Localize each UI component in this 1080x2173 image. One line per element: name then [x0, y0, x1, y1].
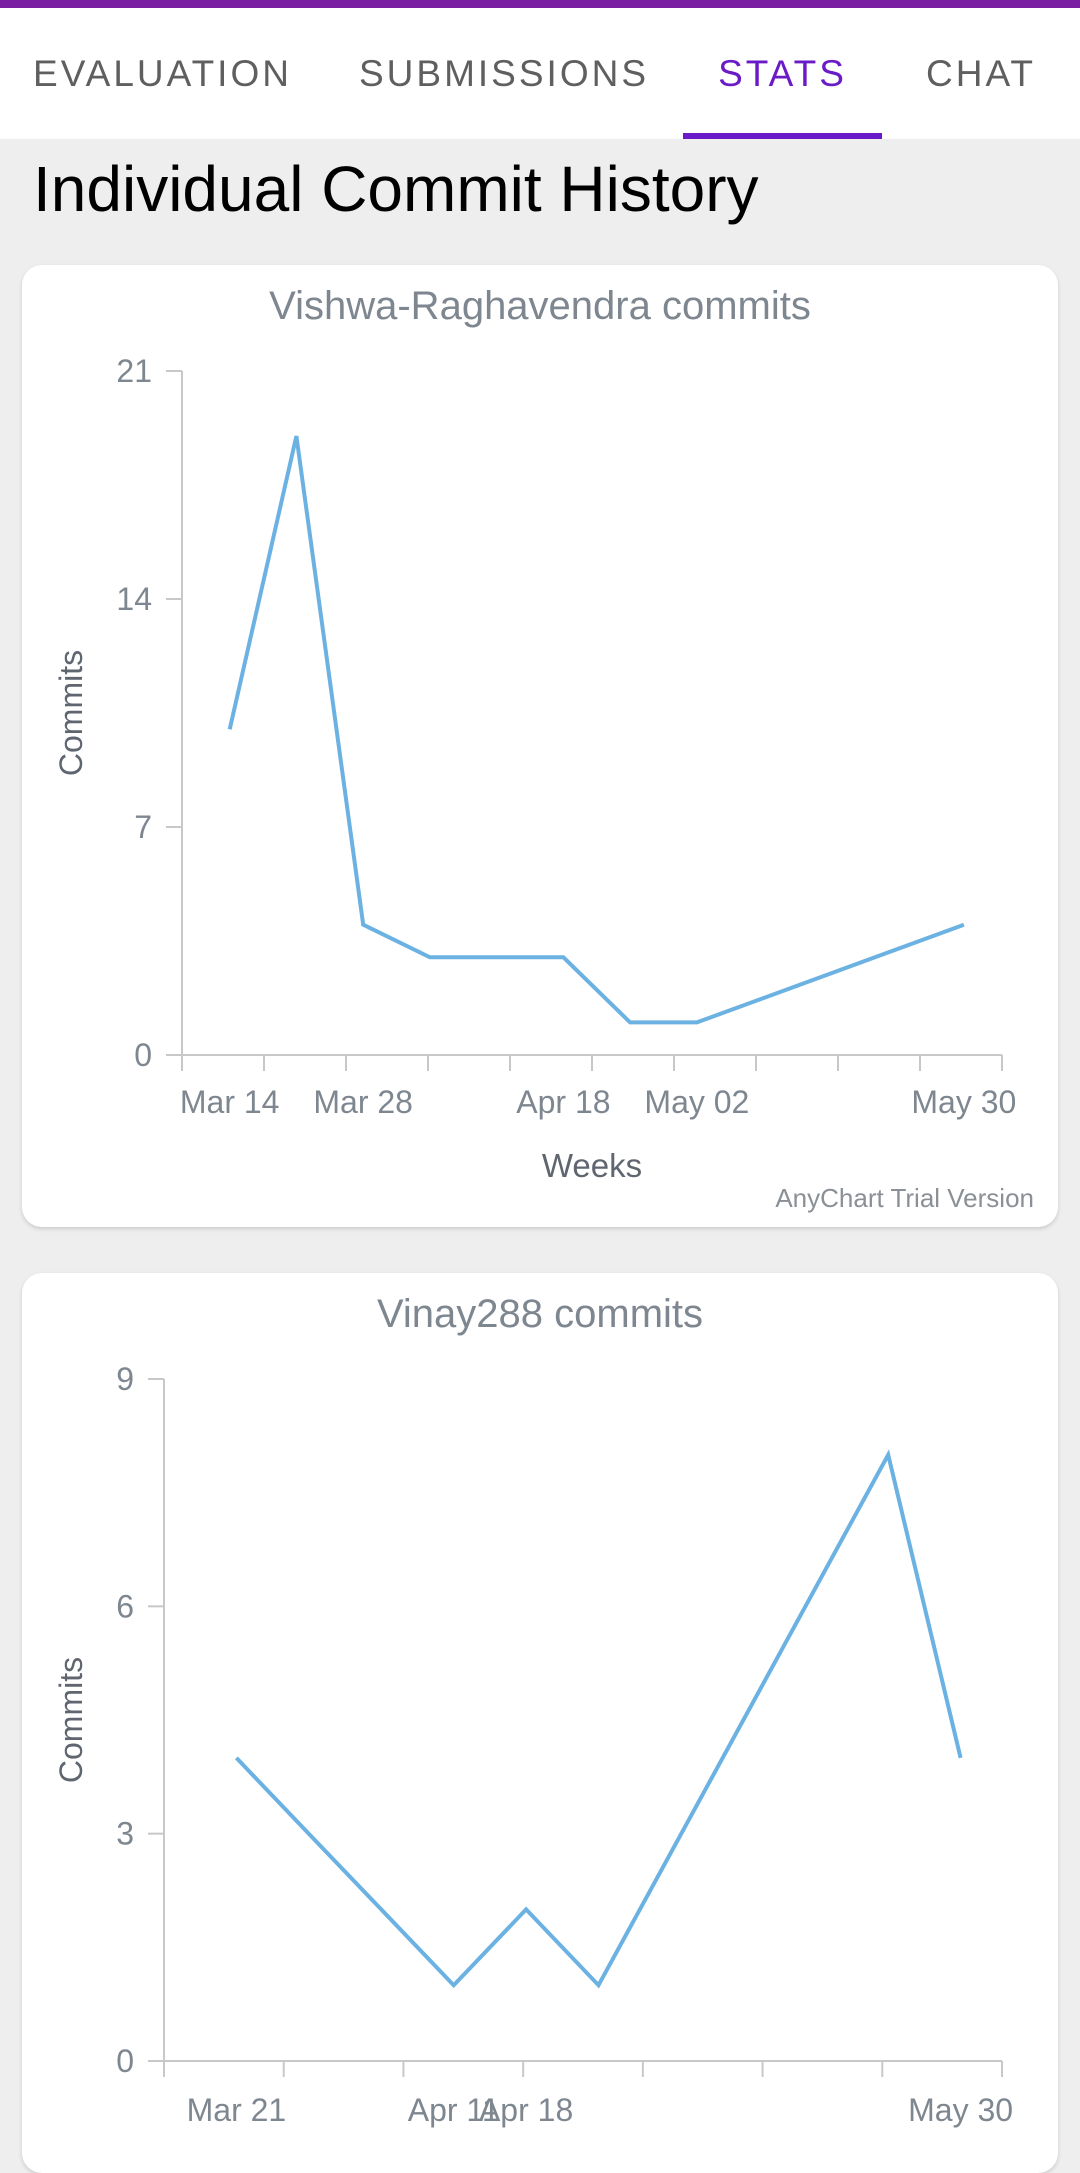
tab-stats-label: STATS [718, 52, 847, 94]
y-tick-label: 0 [116, 2043, 134, 2079]
anychart-watermark: AnyChart Trial Version [775, 1183, 1034, 1213]
y-axis-label: Commits [53, 650, 89, 776]
y-tick-label: 3 [116, 1816, 134, 1852]
x-axis-label: Weeks [542, 1147, 642, 1184]
tab-active-indicator [683, 133, 882, 139]
y-axis-label: Commits [53, 1657, 89, 1783]
page-title: Individual Commit History [33, 153, 759, 225]
y-tick-label: 0 [134, 1037, 152, 1073]
y-tick-label: 21 [116, 353, 152, 389]
y-tick-label: 6 [116, 1588, 134, 1624]
x-tick-label: Mar 28 [313, 1084, 413, 1120]
x-tick-label: May 30 [911, 1084, 1016, 1120]
commit-chart-vinay: Vinay288 commits0369Mar 21 Apr 11Apr 18 Ma… [53, 1292, 1013, 2128]
x-tick-label: May 02 [644, 1084, 749, 1120]
commit-chart-vishwa: Vishwa-Raghavendra commits 0 7 14 21 Mar 14 Ma… [53, 284, 1034, 1213]
y-tick-label: 7 [134, 809, 152, 845]
tab-evaluation-label: EVALUATION [33, 52, 292, 94]
x-tick-label: May 30 [908, 2092, 1013, 2128]
chart-card-vishwa: Vishwa-Raghavendra commits 0 7 14 21 Mar 14 Ma… [22, 265, 1058, 1227]
tab-bar: EVALUATION SUBMISSIONS STATS CHAT [0, 8, 1080, 139]
y-tick-label: 9 [116, 1361, 134, 1397]
tab-stats[interactable]: STATS [683, 8, 882, 139]
chart-title: Vishwa-Raghavendra commits [269, 284, 811, 328]
series-line [234, 1449, 963, 1989]
y-tick-label: 14 [116, 581, 152, 617]
x-tick-label: Apr 18 [479, 2092, 573, 2128]
tab-submissions[interactable]: SUBMISSIONS [325, 8, 683, 139]
tab-submissions-label: SUBMISSIONS [359, 52, 649, 94]
tab-chat-label: CHAT [926, 52, 1036, 94]
series-line [227, 435, 965, 1025]
chart-card-vinay: Vinay288 commits 0 3 6 9 Mar 21 Apr 11 Apr 18 Ma… [22, 1273, 1058, 2173]
x-tick-label: Mar 14 [180, 1084, 280, 1120]
x-tick-label: Apr 18 [516, 1084, 610, 1120]
x-tick-label: Mar 21 [187, 2092, 287, 2128]
tab-evaluation[interactable]: EVALUATION [0, 8, 325, 139]
chart-title: Vinay288 commits [377, 1292, 703, 1336]
tab-chat[interactable]: CHAT [882, 8, 1080, 139]
top-accent-bar [0, 0, 1080, 8]
